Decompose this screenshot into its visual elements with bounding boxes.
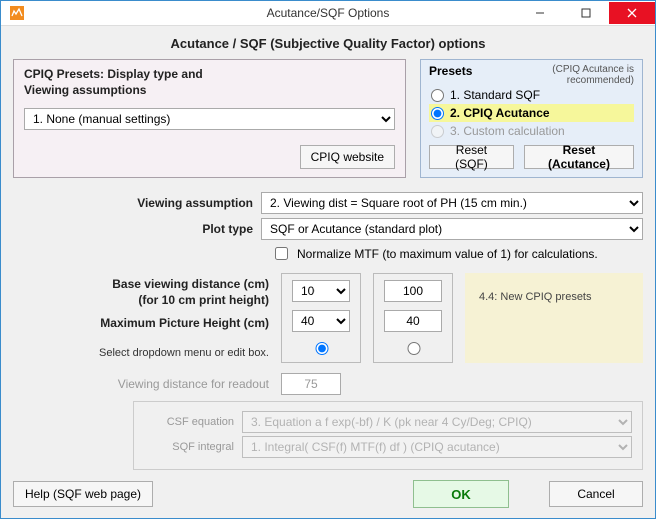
viewing-assumption-label: Viewing assumption: [13, 196, 253, 210]
csf-select: 3. Equation a f exp(-bf) / K (pk near 4 …: [242, 411, 632, 433]
cpiq-preset-select[interactable]: 1. None (manual settings): [24, 108, 395, 130]
col1-radio[interactable]: [293, 342, 351, 355]
form-area: Viewing assumption 2. Viewing dist = Squ…: [13, 188, 643, 470]
max-ph-input[interactable]: [384, 310, 442, 332]
cancel-button[interactable]: Cancel: [549, 481, 643, 507]
preset-radio-cpiq-acutance[interactable]: 2. CPIQ Acutance: [429, 104, 634, 122]
normalize-mtf-label: Normalize MTF (to maximum value of 1) fo…: [297, 247, 598, 261]
presets-header: Presets (CPIQ Acutance is recommended): [429, 64, 634, 86]
cpiq-title-l1: CPIQ Presets: Display type and: [24, 67, 203, 81]
presets-panel: Presets (CPIQ Acutance is recommended) 1…: [420, 59, 643, 178]
preset-reset-row: Reset (SQF) Reset (Acutance): [429, 145, 634, 169]
window-buttons: [517, 2, 655, 24]
normalize-mtf-checkbox[interactable]: [275, 247, 288, 260]
footer: Help (SQF web page) OK Cancel: [13, 470, 643, 508]
plot-type-row: Plot type SQF or Acutance (standard plot…: [13, 218, 643, 240]
content: Acutance / SQF (Subjective Quality Facto…: [1, 26, 655, 518]
reset-acutance-button[interactable]: Reset (Acutance): [524, 145, 634, 169]
presets-recommended: (CPIQ Acutance is recommended): [552, 64, 634, 86]
sqf-label: SQF integral: [144, 441, 234, 453]
radio-input-cpiq[interactable]: [431, 107, 444, 120]
values-col-1: 100 40: [281, 273, 361, 363]
viewing-assumption-row: Viewing assumption 2. Viewing dist = Squ…: [13, 192, 643, 214]
cpiq-title-l2: Viewing assumptions: [24, 83, 146, 97]
sqf-row: SQF integral 1. Integral( CSF(f) MTF(f) …: [144, 436, 632, 458]
maximize-button[interactable]: [563, 2, 609, 24]
reset-sqf-button[interactable]: Reset (SQF): [429, 145, 514, 169]
viewing-assumption-select[interactable]: 2. Viewing dist = Square root of PH (15 …: [261, 192, 643, 214]
max-ph-label: Maximum Picture Height (cm): [13, 316, 269, 332]
help-button[interactable]: Help (SQF web page): [13, 481, 153, 507]
minimize-button[interactable]: [517, 2, 563, 24]
presets-title: Presets: [429, 64, 472, 78]
readout-label: Viewing distance for readout: [13, 377, 269, 391]
radio-input-standard[interactable]: [431, 89, 444, 102]
app-icon: [9, 5, 25, 21]
titlebar: Acutance/SQF Options: [1, 1, 655, 26]
radio-label-cpiq: 2. CPIQ Acutance: [450, 106, 550, 120]
cpiq-title: CPIQ Presets: Display type and Viewing a…: [24, 66, 395, 98]
mid-grid: Base viewing distance (cm) (for 10 cm pr…: [13, 273, 643, 363]
top-row: CPIQ Presets: Display type and Viewing a…: [13, 59, 643, 178]
cpiq-presets-panel: CPIQ Presets: Display type and Viewing a…: [13, 59, 406, 178]
readout-value: [281, 373, 341, 395]
ok-button[interactable]: OK: [413, 480, 509, 508]
readout-row: Viewing distance for readout: [13, 373, 643, 395]
mid-hint: Select dropdown menu or edit box.: [13, 346, 269, 360]
max-ph-select[interactable]: 40: [292, 310, 350, 332]
base-distance-input[interactable]: [384, 280, 442, 302]
radio-label-custom: 3. Custom calculation: [450, 124, 565, 138]
normalize-mtf-row[interactable]: Normalize MTF (to maximum value of 1) fo…: [271, 244, 643, 263]
radio-label-standard: 1. Standard SQF: [450, 88, 540, 102]
note-box: 4.4: New CPIQ presets: [465, 273, 643, 363]
radio-input-custom: [431, 125, 444, 138]
csf-label: CSF equation: [144, 416, 234, 428]
equation-panel: CSF equation 3. Equation a f exp(-bf) / …: [133, 401, 643, 470]
rec-l2: recommended): [567, 75, 634, 86]
rec-l1: (CPIQ Acutance is: [552, 64, 634, 75]
csf-row: CSF equation 3. Equation a f exp(-bf) / …: [144, 411, 632, 433]
base-distance-label: Base viewing distance (cm) (for 10 cm pr…: [13, 277, 269, 308]
preset-radio-standard-sqf[interactable]: 1. Standard SQF: [429, 86, 634, 104]
col2-radio[interactable]: [385, 342, 443, 355]
base-distance-select[interactable]: 100: [292, 280, 350, 302]
close-button[interactable]: [609, 2, 655, 24]
cpiq-website-button[interactable]: CPIQ website: [300, 145, 395, 169]
plot-type-label: Plot type: [13, 222, 253, 236]
sqf-integral-select: 1. Integral( CSF(f) MTF(f) df ) (CPIQ ac…: [242, 436, 632, 458]
page-heading: Acutance / SQF (Subjective Quality Facto…: [13, 34, 643, 59]
mid-labels: Base viewing distance (cm) (for 10 cm pr…: [13, 273, 269, 363]
values-col-2: [373, 273, 453, 363]
window: Acutance/SQF Options Acutance / SQF (Sub…: [0, 0, 656, 519]
preset-radio-custom[interactable]: 3. Custom calculation: [429, 122, 634, 140]
plot-type-select[interactable]: SQF or Acutance (standard plot): [261, 218, 643, 240]
